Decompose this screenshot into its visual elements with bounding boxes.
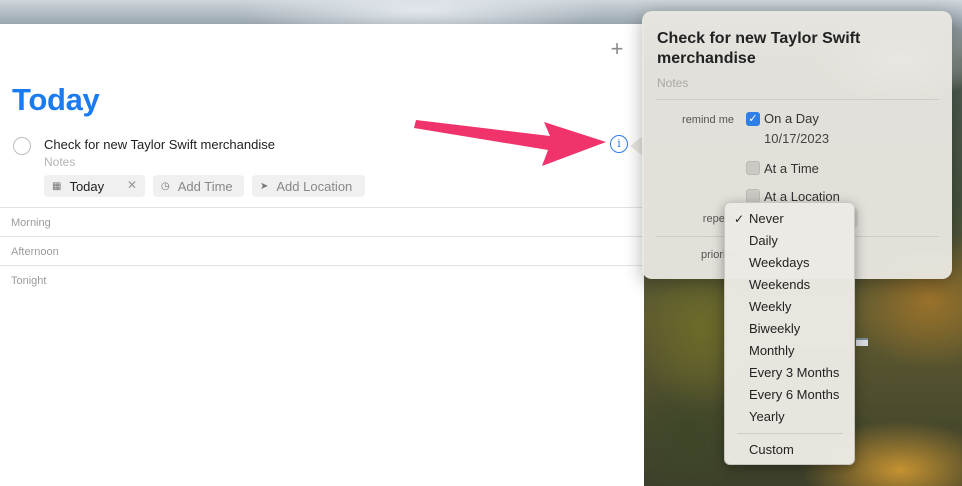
wallpaper-house bbox=[856, 338, 868, 346]
at-a-location-checkbox[interactable] bbox=[746, 189, 760, 203]
reminders-window: + Today Check for new Taylor Swift merch… bbox=[0, 24, 644, 486]
menu-item-label: Never bbox=[749, 211, 784, 226]
repeat-dropdown-menu: ✓ Never Daily Weekdays Weekends Weekly B… bbox=[724, 202, 855, 465]
clock-icon: ◷ bbox=[161, 180, 170, 192]
on-a-day-label: On a Day bbox=[764, 111, 819, 126]
menu-item-never[interactable]: ✓ Never bbox=[725, 208, 856, 230]
at-a-time-label: At a Time bbox=[764, 161, 819, 176]
menu-item-daily[interactable]: Daily bbox=[725, 230, 856, 252]
popover-title[interactable]: Check for new Taylor Swift merchandise bbox=[657, 29, 937, 69]
checkmark-icon: ✓ bbox=[734, 212, 745, 226]
annotation-arrow-icon bbox=[414, 120, 606, 166]
menu-item-biweekly[interactable]: Biweekly bbox=[725, 318, 856, 340]
section-afternoon: Afternoon bbox=[0, 236, 644, 265]
menu-item-every-6-months[interactable]: Every 6 Months bbox=[725, 384, 856, 406]
task-notes-field[interactable]: Notes bbox=[44, 155, 75, 169]
calendar-icon: ▦ bbox=[52, 180, 62, 192]
today-chip[interactable]: ▦ Today ✕ bbox=[44, 175, 145, 197]
menu-item-weekdays[interactable]: Weekdays bbox=[725, 252, 856, 274]
add-location-chip[interactable]: ➤ Add Location bbox=[252, 175, 365, 197]
info-icon[interactable]: i bbox=[610, 135, 628, 153]
popover-divider bbox=[656, 99, 939, 100]
remind-me-label: remind me bbox=[682, 114, 734, 126]
on-a-day-checkbox[interactable]: ✓ bbox=[746, 112, 760, 126]
repeat-label: repeat bbox=[702, 213, 734, 225]
clear-date-icon[interactable]: ✕ bbox=[127, 178, 137, 192]
section-morning: Morning bbox=[0, 207, 644, 236]
menu-item-custom[interactable]: Custom bbox=[725, 439, 856, 461]
popover-notes-field[interactable]: Notes bbox=[657, 76, 688, 90]
at-a-time-checkbox[interactable] bbox=[746, 161, 760, 175]
add-location-label: Add Location bbox=[276, 178, 353, 194]
add-time-chip[interactable]: ◷ Add Time bbox=[153, 175, 244, 197]
remind-date-field[interactable]: 10/17/2023 bbox=[764, 131, 829, 146]
section-tonight: Tonight bbox=[0, 265, 644, 294]
page-title: Today bbox=[12, 82, 100, 117]
task-title[interactable]: Check for new Taylor Swift merchandise bbox=[44, 137, 275, 152]
today-chip-label: Today bbox=[69, 178, 105, 194]
menu-separator bbox=[737, 433, 843, 434]
add-reminder-icon[interactable]: + bbox=[607, 38, 627, 60]
location-arrow-icon: ➤ bbox=[260, 180, 269, 192]
menu-item-yearly[interactable]: Yearly bbox=[725, 406, 856, 428]
menu-item-weekends[interactable]: Weekends bbox=[725, 274, 856, 296]
task-complete-checkbox[interactable] bbox=[13, 137, 31, 155]
priority-label: priority bbox=[700, 249, 734, 261]
menu-item-monthly[interactable]: Monthly bbox=[725, 340, 856, 362]
menu-item-every-3-months[interactable]: Every 3 Months bbox=[725, 362, 856, 384]
add-time-label: Add Time bbox=[177, 178, 233, 194]
menu-item-weekly[interactable]: Weekly bbox=[725, 296, 856, 318]
